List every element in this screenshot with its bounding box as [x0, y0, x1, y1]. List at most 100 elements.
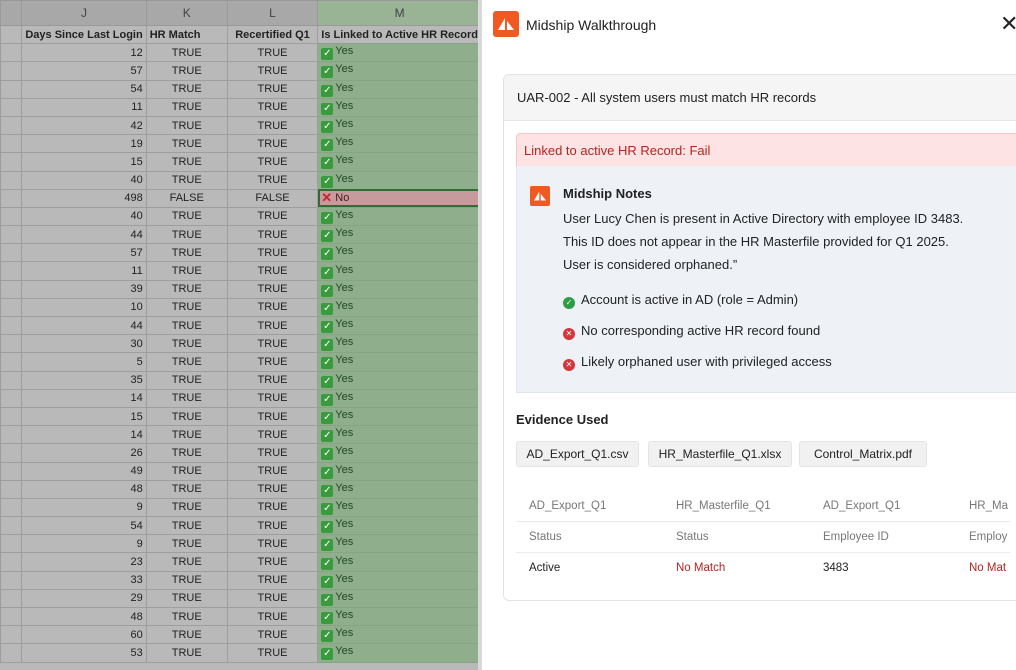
hr-match-cell[interactable]: TRUE — [145, 170, 228, 190]
cell[interactable] — [0, 516, 23, 536]
recertified-cell[interactable]: TRUE — [226, 388, 319, 408]
hr-match-cell[interactable]: TRUE — [145, 334, 228, 354]
hr-match-cell[interactable]: TRUE — [145, 606, 228, 627]
recertified-cell[interactable]: TRUE — [226, 352, 319, 372]
cell[interactable] — [0, 79, 23, 99]
linked-cell[interactable]: ✓ Yes — [317, 497, 482, 518]
hr-match-cell[interactable]: TRUE — [145, 243, 228, 263]
days-cell[interactable]: 23 — [21, 552, 147, 572]
days-cell[interactable]: 42 — [21, 115, 147, 136]
recertified-cell[interactable]: TRUE — [226, 297, 319, 318]
cell[interactable] — [0, 61, 23, 81]
days-cell[interactable]: 54 — [21, 516, 147, 536]
days-cell[interactable]: 44 — [21, 315, 147, 336]
days-cell[interactable]: 12 — [21, 43, 147, 63]
days-cell[interactable]: 29 — [21, 588, 147, 609]
linked-cell[interactable]: ✓ Yes — [317, 97, 482, 117]
hr-match-cell[interactable]: TRUE — [145, 570, 228, 590]
hr-match-cell[interactable]: TRUE — [145, 425, 228, 445]
cell[interactable] — [0, 388, 23, 408]
linked-cell[interactable]: ✓ Yes — [317, 370, 482, 390]
recertified-cell[interactable]: TRUE — [226, 334, 319, 354]
cell[interactable] — [0, 534, 23, 554]
cell[interactable] — [0, 370, 23, 390]
cell[interactable] — [0, 443, 23, 463]
recertified-cell[interactable]: TRUE — [226, 261, 319, 281]
days-cell[interactable]: 9 — [21, 497, 147, 518]
recertified-cell[interactable]: TRUE — [226, 170, 319, 190]
linked-cell[interactable]: ✓ Yes — [317, 625, 482, 645]
days-cell[interactable]: 30 — [21, 334, 147, 354]
cell[interactable] — [0, 225, 23, 245]
days-cell[interactable]: 498 — [21, 188, 147, 208]
linked-cell[interactable]: ✓ Yes — [317, 388, 482, 408]
linked-cell[interactable]: ✓ Yes — [317, 243, 482, 263]
recertified-cell[interactable]: TRUE — [226, 479, 319, 499]
days-cell[interactable]: 60 — [21, 625, 147, 645]
hr-match-cell[interactable]: TRUE — [145, 643, 228, 663]
hr-match-cell[interactable]: TRUE — [145, 134, 228, 154]
cell[interactable] — [0, 497, 23, 518]
cell[interactable] — [0, 279, 23, 299]
hr-match-cell[interactable]: TRUE — [145, 625, 228, 645]
header-days-since-login[interactable]: Days Since Last Login — [21, 24, 147, 45]
cell[interactable] — [0, 24, 23, 45]
linked-cell[interactable]: ✓ Yes — [317, 297, 482, 318]
recertified-cell[interactable]: TRUE — [226, 606, 319, 627]
days-cell[interactable]: 49 — [21, 461, 147, 481]
recertified-cell[interactable]: TRUE — [226, 588, 319, 609]
cell[interactable] — [0, 97, 23, 117]
days-cell[interactable]: 44 — [21, 225, 147, 245]
cell[interactable] — [0, 261, 23, 281]
recertified-cell[interactable]: TRUE — [226, 152, 319, 172]
linked-cell[interactable]: ✓ Yes — [317, 279, 482, 299]
linked-cell[interactable]: ✓ Yes — [317, 570, 482, 590]
cell[interactable] — [0, 152, 23, 172]
linked-cell[interactable]: ✓ Yes — [317, 261, 482, 281]
linked-cell[interactable]: ✓ Yes — [317, 61, 482, 81]
days-cell[interactable]: 19 — [21, 134, 147, 154]
hr-match-cell[interactable]: TRUE — [145, 588, 228, 609]
days-cell[interactable]: 57 — [21, 243, 147, 263]
header-hr-match[interactable]: HR Match — [145, 24, 228, 45]
days-cell[interactable]: 48 — [21, 479, 147, 499]
linked-cell[interactable]: ✓ Yes — [317, 643, 482, 663]
recertified-cell[interactable]: TRUE — [226, 315, 319, 336]
linked-cell[interactable]: ✓ Yes — [317, 206, 482, 227]
days-cell[interactable]: 53 — [21, 643, 147, 663]
linked-cell[interactable]: ✕ No — [317, 188, 482, 208]
hr-match-cell[interactable]: TRUE — [145, 461, 228, 481]
hr-match-cell[interactable]: FALSE — [145, 188, 228, 208]
linked-cell[interactable]: ✓ Yes — [317, 152, 482, 172]
linked-cell[interactable]: ✓ Yes — [317, 443, 482, 463]
linked-cell[interactable]: ✓ Yes — [317, 43, 482, 63]
hr-match-cell[interactable]: TRUE — [145, 279, 228, 299]
hr-match-cell[interactable]: TRUE — [145, 261, 228, 281]
hr-match-cell[interactable]: TRUE — [145, 388, 228, 408]
header-linked-hr[interactable]: Is Linked to Active HR Record — [317, 24, 482, 45]
days-cell[interactable]: 10 — [21, 297, 147, 318]
column-header-k[interactable]: K — [145, 0, 228, 26]
recertified-cell[interactable]: TRUE — [226, 97, 319, 117]
hr-match-cell[interactable]: TRUE — [145, 79, 228, 99]
recertified-cell[interactable]: TRUE — [226, 570, 319, 590]
recertified-cell[interactable]: TRUE — [226, 243, 319, 263]
cell[interactable] — [0, 461, 23, 481]
cell[interactable] — [0, 588, 23, 609]
recertified-cell[interactable]: TRUE — [226, 206, 319, 227]
hr-match-cell[interactable]: TRUE — [145, 552, 228, 572]
cell[interactable] — [0, 425, 23, 445]
days-cell[interactable]: 40 — [21, 170, 147, 190]
cell[interactable] — [0, 643, 23, 663]
recertified-cell[interactable]: TRUE — [226, 43, 319, 63]
evidence-file-chip[interactable]: Control_Matrix.pdf — [799, 441, 927, 467]
recertified-cell[interactable]: TRUE — [226, 61, 319, 81]
cell[interactable] — [0, 243, 23, 263]
days-cell[interactable]: 14 — [21, 425, 147, 445]
days-cell[interactable]: 54 — [21, 79, 147, 99]
cell[interactable] — [0, 188, 23, 208]
days-cell[interactable]: 39 — [21, 279, 147, 299]
cell[interactable] — [0, 570, 23, 590]
hr-match-cell[interactable]: TRUE — [145, 443, 228, 463]
days-cell[interactable]: 26 — [21, 443, 147, 463]
